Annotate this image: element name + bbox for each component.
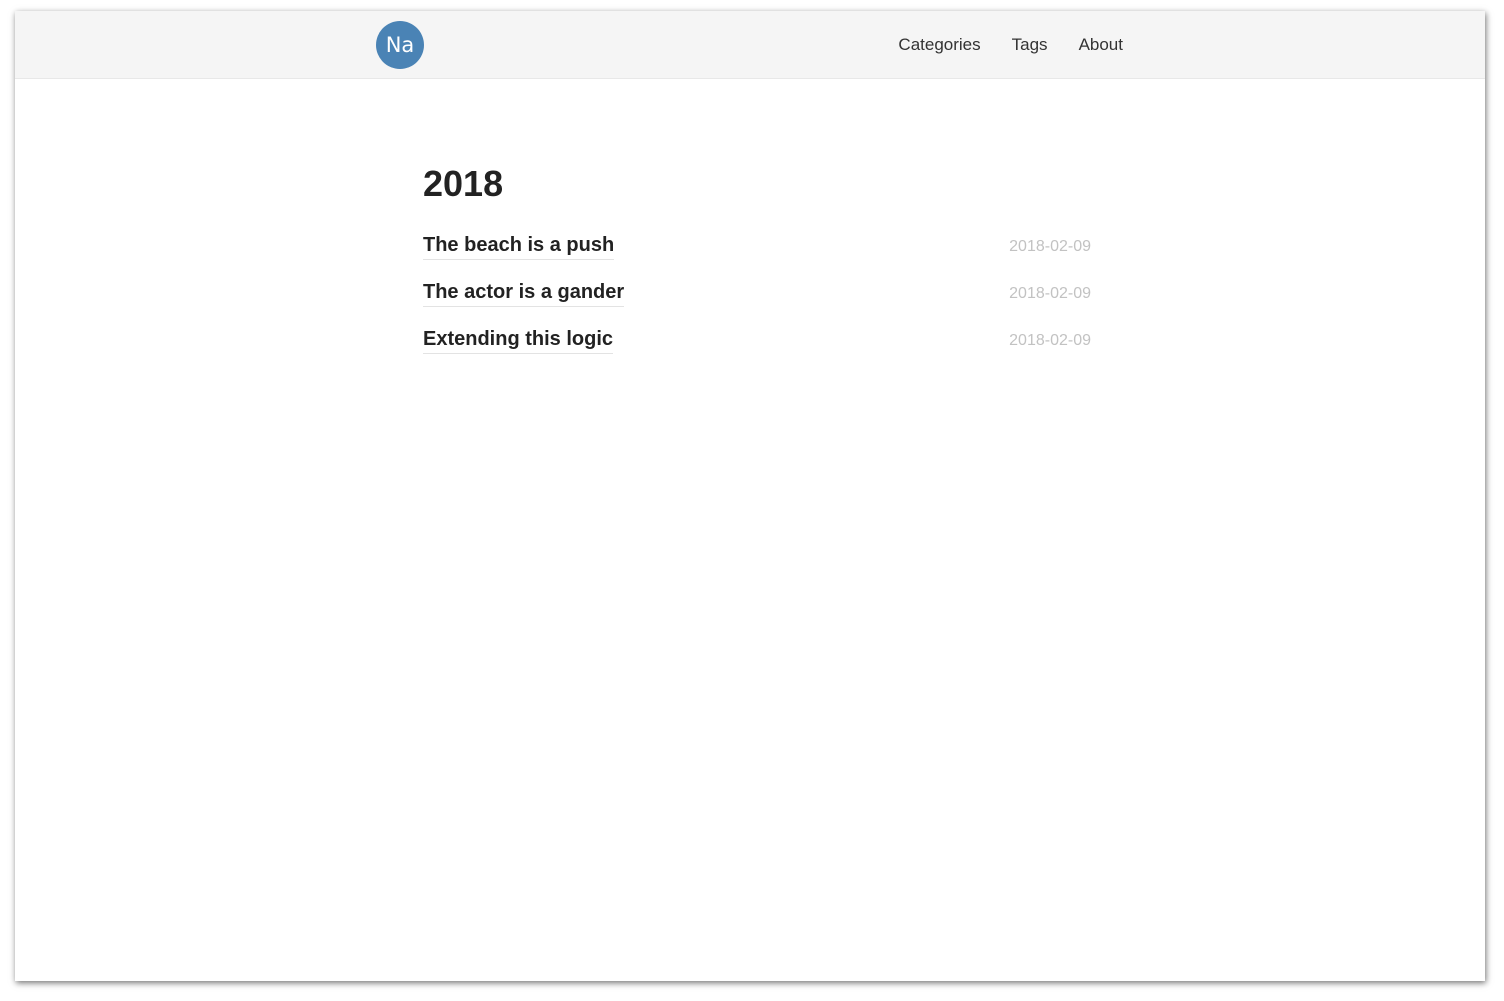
post-title-link[interactable]: Extending this logic xyxy=(423,327,614,354)
post-list-item: The actor is a gander 2018-02-09 xyxy=(423,280,1091,327)
nav-link-categories[interactable]: Categories xyxy=(898,35,980,55)
post-list-item: Extending this logic 2018-02-09 xyxy=(423,327,1091,374)
post-list: The beach is a push 2018-02-09 The actor… xyxy=(423,233,1091,374)
nav-link-about[interactable]: About xyxy=(1079,35,1123,55)
browser-window: Na Categories Tags About 2018 The beach … xyxy=(15,11,1485,981)
nav-link-tags[interactable]: Tags xyxy=(1012,35,1048,55)
post-list-item: The beach is a push 2018-02-09 xyxy=(423,233,1091,280)
archive-content: 2018 The beach is a push 2018-02-09 The … xyxy=(423,161,1091,374)
navbar: Na Categories Tags About xyxy=(15,11,1485,79)
site-avatar-logo[interactable]: Na xyxy=(376,21,424,69)
post-date: 2018-02-09 xyxy=(1009,285,1091,302)
post-date: 2018-02-09 xyxy=(1009,332,1091,349)
archive-year-heading: 2018 xyxy=(423,163,504,204)
nav-menu: Categories Tags About xyxy=(867,11,1123,78)
post-title-link[interactable]: The beach is a push xyxy=(423,233,615,260)
post-title-link[interactable]: The actor is a gander xyxy=(423,280,625,307)
post-date: 2018-02-09 xyxy=(1009,238,1091,255)
